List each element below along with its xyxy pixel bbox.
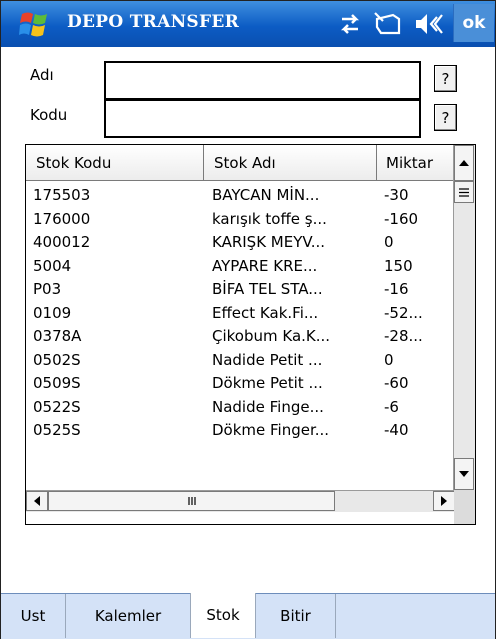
list-cell-name: BAYCAN MİN...	[212, 186, 320, 204]
list-cell-qty: -52...	[384, 303, 423, 322]
kodu-label: Kodu	[30, 106, 68, 124]
list-cell-qty: -40	[384, 421, 409, 439]
list-cell-name: karışık toffe ş...	[212, 209, 327, 228]
kodu-lookup-button[interactable]: ?	[434, 104, 457, 131]
windows-start-icon[interactable]	[19, 8, 51, 40]
list-cell-code: 0502S	[33, 350, 81, 369]
scroll-up-button[interactable]	[454, 145, 474, 181]
adi-lookup-button[interactable]: ?	[434, 65, 457, 92]
tab-bar: Ust Kalemler Stok Bitir	[1, 593, 495, 639]
list-cell-code: 175503	[33, 186, 91, 204]
volume-icon[interactable]	[413, 9, 443, 39]
list-cell-name: BİFA TEL STA...	[212, 280, 323, 298]
list-cell-name: Nadide Finge...	[212, 397, 324, 416]
list-cell-qty: -28...	[384, 327, 423, 345]
tab-ust[interactable]: Ust	[1, 594, 66, 638]
list-cell-qty: -60	[384, 374, 409, 392]
list-item[interactable]: 176000 karışık toffe ş... -160	[26, 208, 452, 230]
arrow-right-icon	[441, 496, 447, 506]
arrow-up-icon	[459, 160, 469, 166]
vertical-scrollbar[interactable]	[453, 145, 475, 490]
list-item[interactable]: 175503 BAYCAN MİN... -30	[26, 184, 452, 206]
list-item[interactable]: 0522S Nadide Finge... -6	[26, 396, 452, 418]
ok-button[interactable]: ok	[453, 4, 494, 42]
arrow-left-icon	[34, 496, 40, 506]
list-cell-qty: -16	[384, 280, 409, 298]
list-cell-qty: -30	[384, 186, 409, 204]
list-cell-qty: 0	[384, 350, 394, 369]
adi-label: Adı	[30, 66, 54, 84]
list-cell-qty: -160	[384, 209, 419, 228]
phone-icon[interactable]	[373, 9, 405, 39]
list-cell-name: KARIŞK MEYV...	[212, 233, 326, 251]
list-cell-code: 0522S	[33, 397, 81, 416]
horizontal-scroll-thumb[interactable]	[48, 491, 335, 511]
list-cell-code: 0509S	[33, 374, 81, 392]
scroll-left-button[interactable]	[26, 491, 48, 511]
list-cell-name: Dökme Finger...	[212, 421, 330, 439]
scroll-right-button[interactable]	[433, 491, 455, 511]
arrow-down-icon	[459, 471, 469, 477]
list-item[interactable]: 0509S Dökme Petit ... -60	[26, 372, 452, 394]
column-header-stok-adi[interactable]: Stok Adı	[204, 145, 377, 181]
list-cell-name: Effect Kak.Fi...	[212, 303, 319, 322]
list-cell-name: Nadide Petit ...	[212, 350, 323, 369]
list-item[interactable]: 400012 KARIŞK MEYV... 0	[26, 231, 452, 253]
scrollbar-corner	[454, 490, 475, 524]
app-title: DEPO TRANSFER	[67, 12, 240, 32]
list-item[interactable]: 0378A Çikobum Ka.K... -28...	[26, 325, 452, 347]
column-header-stok-kodu[interactable]: Stok Kodu	[26, 145, 204, 181]
tab-bitir[interactable]: Bitir	[256, 594, 336, 638]
tab-kalemler[interactable]: Kalemler	[66, 594, 191, 638]
connectivity-icon[interactable]	[336, 9, 364, 39]
grip-icon	[187, 497, 196, 505]
list-cell-name: Çikobum Ka.K...	[212, 327, 331, 345]
grip-icon	[459, 187, 469, 197]
list-item[interactable]: 0525S Dökme Finger... -40	[26, 419, 452, 441]
list-cell-code: 176000	[33, 209, 91, 228]
title-bar: DEPO TRANSFER ok	[1, 1, 495, 47]
kodu-field[interactable]	[104, 99, 421, 138]
list-cell-name: Dökme Petit ...	[212, 374, 323, 392]
list-cell-code: 0109	[33, 303, 72, 322]
vertical-scroll-thumb[interactable]	[454, 181, 474, 203]
list-cell-qty: 0	[384, 233, 394, 251]
list-cell-code: 5004	[33, 256, 72, 275]
scroll-down-button[interactable]	[454, 458, 474, 490]
tab-stok[interactable]: Stok	[190, 593, 256, 638]
list-cell-qty: -6	[384, 397, 399, 416]
list-cell-code: 400012	[33, 233, 91, 251]
list-item[interactable]: 0109 Effect Kak.Fi... -52...	[26, 302, 452, 324]
horizontal-scrollbar[interactable]	[26, 490, 455, 512]
column-header-miktar[interactable]: Miktar	[377, 145, 455, 181]
list-cell-code: 0525S	[33, 421, 81, 439]
adi-field[interactable]	[104, 61, 421, 100]
list-item[interactable]: 0502S Nadide Petit ... 0	[26, 349, 452, 371]
list-cell-name: AYPARE KRE...	[212, 256, 318, 275]
list-cell-code: 0378A	[33, 327, 82, 345]
list-cell-code: P03	[33, 280, 62, 298]
stock-list[interactable]: Stok Kodu Stok Adı Miktar 175503 BAYCAN M…	[25, 144, 476, 525]
list-item[interactable]: 5004 AYPARE KRE... 150	[26, 255, 452, 277]
list-item[interactable]: P03 BİFA TEL STA... -16	[26, 278, 452, 300]
list-cell-qty: 150	[384, 256, 413, 275]
